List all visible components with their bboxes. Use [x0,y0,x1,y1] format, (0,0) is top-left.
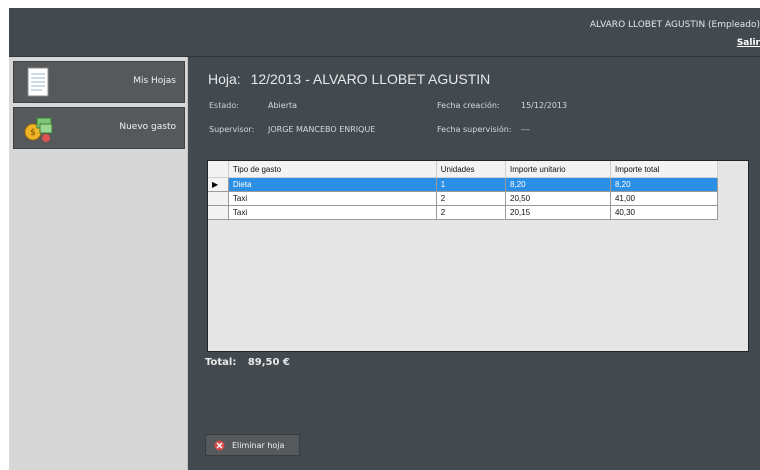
svg-text:$: $ [30,128,36,138]
sheet-value: 12/2013 - ALVARO LLOBET AGUSTIN [250,71,491,87]
main-panel: Hoja: 12/2013 - ALVARO LLOBET AGUSTIN Es… [188,57,760,470]
estado-label: Estado: [209,101,239,110]
app-window: ALVARO LLOBET AGUSTIN (Empleado) Salir M… [9,8,760,470]
sheet-label: Hoja: [208,71,241,87]
top-bar: ALVARO LLOBET AGUSTIN (Empleado) Salir [9,8,760,56]
cell-importe-total[interactable]: 40,30 [610,205,719,220]
sidebar-item-label: Nuevo gasto [119,122,176,132]
cell-tipo[interactable]: Taxi [228,205,437,220]
fecha-creacion-value: 15/12/2013 [521,101,568,110]
expenses-table: Tipo de gasto Unidades Importe unitario … [208,161,719,220]
sidebar-item-nuevo-gasto[interactable]: $ Nuevo gasto [13,107,185,149]
cell-importe-total[interactable]: 8,20 [610,177,719,192]
cell-importe-unitario[interactable]: 20,50 [505,191,611,206]
table-row[interactable]: Taxi 2 20,15 40,30 [208,205,719,220]
cell-importe-unitario[interactable]: 8,20 [505,177,611,192]
expenses-grid[interactable]: Tipo de gasto Unidades Importe unitario … [207,160,749,352]
fecha-creacion-label: Fecha creación: [437,101,500,110]
cell-tipo[interactable]: Dieta [228,177,437,192]
column-header-importe-total[interactable]: Importe total [610,161,719,178]
sidebar-item-mis-hojas[interactable]: Mis Hojas [13,61,185,103]
logout-link[interactable]: Salir [737,38,760,48]
cell-importe-total[interactable]: 41,00 [610,191,719,206]
cell-unidades[interactable]: 2 [436,191,507,206]
fecha-supervision-label: Fecha supervisión: [437,125,512,134]
supervisor-label: Supervisor: [209,125,255,134]
row-selector[interactable] [208,191,229,206]
cell-importe-unitario[interactable]: 20,15 [505,205,611,220]
delete-icon [214,440,225,451]
table-row[interactable]: Taxi 2 20,50 41,00 [208,191,719,206]
total-value: 89,50 € [247,357,290,368]
cell-unidades[interactable]: 1 [436,177,507,192]
page-title: Hoja: 12/2013 - ALVARO LLOBET AGUSTIN [208,71,490,87]
money-icon: $ [22,112,54,144]
column-header-tipo[interactable]: Tipo de gasto [228,161,437,178]
table-row[interactable]: ▶ Dieta 1 8,20 8,20 [208,177,719,192]
cell-tipo[interactable]: Taxi [228,191,437,206]
total-label: Total: [205,357,237,368]
user-name: ALVARO LLOBET AGUSTIN (Empleado) [589,20,760,30]
row-header-corner [208,161,229,178]
fecha-supervision-value: --- [521,125,530,134]
supervisor-value: JORGE MANCEBO ENRIQUE [268,125,376,134]
row-selector-marker[interactable]: ▶ [208,177,229,192]
estado-row: Estado: [209,101,239,110]
sidebar: Mis Hojas $ Nuevo gasto [9,57,188,470]
cell-unidades[interactable]: 2 [436,205,507,220]
column-header-importe-unitario[interactable]: Importe unitario [505,161,611,178]
sidebar-item-label: Mis Hojas [133,76,176,86]
total-summary: Total: 89,50 € [205,357,290,368]
delete-sheet-label: Eliminar hoja [232,441,285,450]
column-header-unidades[interactable]: Unidades [436,161,507,178]
row-selector[interactable] [208,205,229,220]
delete-sheet-button[interactable]: Eliminar hoja [205,434,300,456]
estado-value: Abierta [268,101,298,110]
table-header-row: Tipo de gasto Unidades Importe unitario … [208,161,719,178]
sheet-icon [22,66,54,98]
